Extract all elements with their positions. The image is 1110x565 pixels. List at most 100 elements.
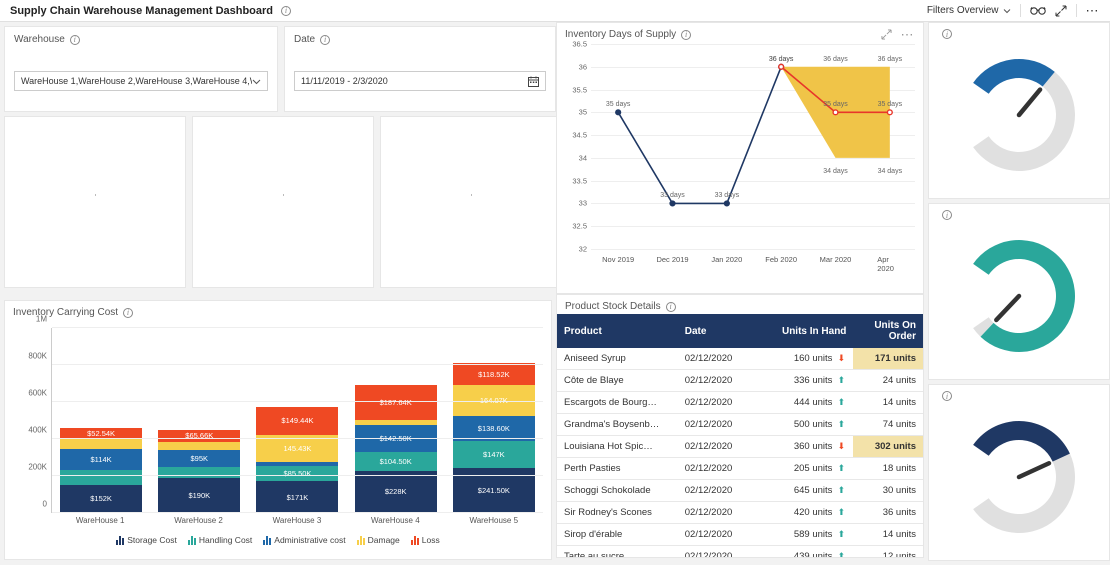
table-column-header[interactable]: Units On Order xyxy=(853,314,923,348)
bar-segment[interactable]: $85.50K xyxy=(256,465,339,482)
bar-segment[interactable]: $187.64K xyxy=(354,385,437,421)
legend-swatch-icon xyxy=(356,535,365,545)
bar-chart-x-labels: WareHouse 1 WareHouse 2 WareHouse 3 WareHou… xyxy=(51,516,543,525)
bar-segment[interactable]: $65.66K xyxy=(158,429,241,442)
calendar-icon[interactable] xyxy=(528,76,539,87)
date-range-input[interactable]: 11/11/2019 - 2/3/2020 xyxy=(294,71,546,91)
warehouse-info-icon[interactable]: i xyxy=(69,34,80,45)
y-axis-tick: 35 xyxy=(578,107,587,117)
bar-segment[interactable]: $118.52K xyxy=(452,363,535,386)
glasses-icon[interactable] xyxy=(1029,5,1046,16)
cell-units-on-order: 14 units xyxy=(853,391,923,414)
trend-up-icon: ⬆ xyxy=(837,507,846,517)
cell-units-in-hand: 420 units ⬆ xyxy=(765,501,854,524)
title-info-icon[interactable]: i xyxy=(281,5,292,16)
warehouse-select[interactable]: WareHouse 1,WareHouse 2,WareHouse 3,Ware… xyxy=(14,71,268,91)
y-axis-tick: 36 xyxy=(578,62,587,72)
x-axis-label: Jan 2020 xyxy=(711,255,743,264)
gauge-info-icon[interactable]: i xyxy=(942,210,952,220)
x-axis-label: Feb 2020 xyxy=(765,255,798,264)
table-row[interactable]: Louisiana Hot Spic… 02/12/2020 360 units ⬇ 3… xyxy=(557,435,923,458)
gauge-info-icon[interactable]: i xyxy=(942,391,952,401)
bar-segment[interactable]: $52.54K xyxy=(60,428,143,438)
table-info-icon[interactable]: i xyxy=(665,301,676,312)
bar-group: $152K $114K $52.54K $190K $95K $65.66K $171K $8… xyxy=(52,328,543,513)
bar-segment[interactable]: $95K xyxy=(158,449,241,468)
table-row[interactable]: Aniseed Syrup 02/12/2020 160 units ⬇ 171 uni… xyxy=(557,348,923,370)
stacked-bar[interactable]: $190K $95K $65.66K xyxy=(158,429,241,513)
table-column-header[interactable]: Date xyxy=(677,314,766,348)
header-toolbar: Filters Overview ⋯ xyxy=(927,4,1100,17)
y-axis-tick: 1M xyxy=(35,314,47,324)
line-chart-more-icon[interactable]: ⋯ xyxy=(901,28,916,41)
bar-segment[interactable] xyxy=(158,467,241,478)
table-row[interactable]: Grandma's Boysenb… 02/12/2020 500 units ⬆ 74… xyxy=(557,413,923,436)
bar-chart-info-icon[interactable]: i xyxy=(123,307,134,318)
bar-segment[interactable]: $171K xyxy=(256,481,339,513)
legend-item[interactable]: Damage xyxy=(356,535,400,545)
table-row[interactable]: Escargots de Bourg… 02/12/2020 444 units ⬆ 1… xyxy=(557,391,923,414)
cell-date: 02/12/2020 xyxy=(677,523,766,546)
y-axis-tick: 0 xyxy=(42,499,47,509)
legend-item[interactable]: Handling Cost xyxy=(187,535,252,545)
y-axis-tick: 32 xyxy=(578,244,587,254)
bar-segment[interactable]: $149.44K xyxy=(256,407,339,435)
warehouse-filter-card: Warehouse i WareHouse 1,WareHouse 2,Ware… xyxy=(4,26,278,112)
chevron-down-icon xyxy=(252,79,261,84)
legend-item[interactable]: Storage Cost xyxy=(116,535,177,545)
kpi-subvalues xyxy=(83,194,108,196)
table-row[interactable]: Côte de Blaye 02/12/2020 336 units ⬆ 24 unit… xyxy=(557,369,923,392)
cell-date: 02/12/2020 xyxy=(677,457,766,480)
expand-icon[interactable] xyxy=(1055,5,1067,17)
more-options-icon[interactable]: ⋯ xyxy=(1086,4,1101,17)
data-point xyxy=(669,200,676,207)
legend-label: Loss xyxy=(421,535,440,545)
gauge-title: i xyxy=(937,210,1101,220)
table-row[interactable]: Sir Rodney's Scones 02/12/2020 420 units ⬆ 3… xyxy=(557,501,923,524)
bar-segment[interactable]: $190K xyxy=(158,477,241,513)
cell-units-on-order: 18 units xyxy=(853,457,923,480)
gauge-info-icon[interactable]: i xyxy=(942,29,952,39)
table-row[interactable]: Tarte au sucre 02/12/2020 439 units ⬆ 12 uni… xyxy=(557,545,923,557)
line-chart-title: Inventory Days of Supply i xyxy=(565,29,692,40)
y-axis-tick: 400K xyxy=(28,425,47,435)
kpi-subvalues xyxy=(271,194,296,196)
date-info-icon[interactable]: i xyxy=(320,34,331,45)
kpi-right xyxy=(94,194,108,196)
gridline xyxy=(52,364,543,365)
bar-segment[interactable]: $114K xyxy=(60,449,143,471)
bar-segment[interactable] xyxy=(60,437,143,450)
table-column-header[interactable]: Product xyxy=(557,314,678,348)
x-axis-label: Nov 2019 xyxy=(602,255,635,264)
bar-segment[interactable]: $228K xyxy=(354,470,437,513)
legend-label: Administrative cost xyxy=(274,535,346,545)
line-chart-info-icon[interactable]: i xyxy=(681,29,692,40)
gridline xyxy=(52,512,543,513)
legend-item[interactable]: Administrative cost xyxy=(263,535,346,545)
bar-chart-legend: Storage Cost Handling Cost Administrative … xyxy=(13,535,543,545)
filters-overview-button[interactable]: Filters Overview xyxy=(927,5,1011,16)
table-row[interactable]: Schoggi Schokolade 02/12/2020 645 units ⬆ 30… xyxy=(557,479,923,502)
data-label: 36 days xyxy=(877,55,903,63)
bar-segment[interactable]: $152K xyxy=(60,484,143,513)
y-axis-tick: 33 xyxy=(578,198,587,208)
y-axis-tick: 34 xyxy=(578,153,587,163)
kpi-left xyxy=(271,194,283,196)
trend-up-icon: ⬆ xyxy=(837,397,846,407)
table-row[interactable]: Perth Pasties 02/12/2020 205 units ⬆ 18 unit… xyxy=(557,457,923,480)
table-row[interactable]: Sirop d'érable 02/12/2020 589 units ⬆ 14 uni… xyxy=(557,523,923,546)
bar-segment[interactable]: $147K xyxy=(452,441,535,469)
table-column-header[interactable]: Units In Hand xyxy=(765,314,854,348)
bar-segment[interactable] xyxy=(60,470,143,485)
bar-segment[interactable] xyxy=(158,442,241,450)
bar-segment[interactable]: $104.50K xyxy=(354,451,437,471)
stacked-bar[interactable]: $171K $85.50K 145.43K $149.44K xyxy=(256,407,339,513)
expand-icon[interactable] xyxy=(880,29,892,40)
legend-item[interactable]: Loss xyxy=(410,535,440,545)
stacked-bar[interactable]: $152K $114K $52.54K xyxy=(60,428,143,513)
gauge-card: i xyxy=(928,384,1110,561)
line-chart-plot: 32 32.5 33 33.5 34 34.5 35 35.5 36 36.5 Nov 2019 De… xyxy=(572,40,915,273)
data-point xyxy=(778,63,785,70)
stacked-bar[interactable]: $228K $104.50K $142.50K $187.64K xyxy=(354,385,437,513)
x-axis-label: WareHouse 4 xyxy=(371,516,420,525)
